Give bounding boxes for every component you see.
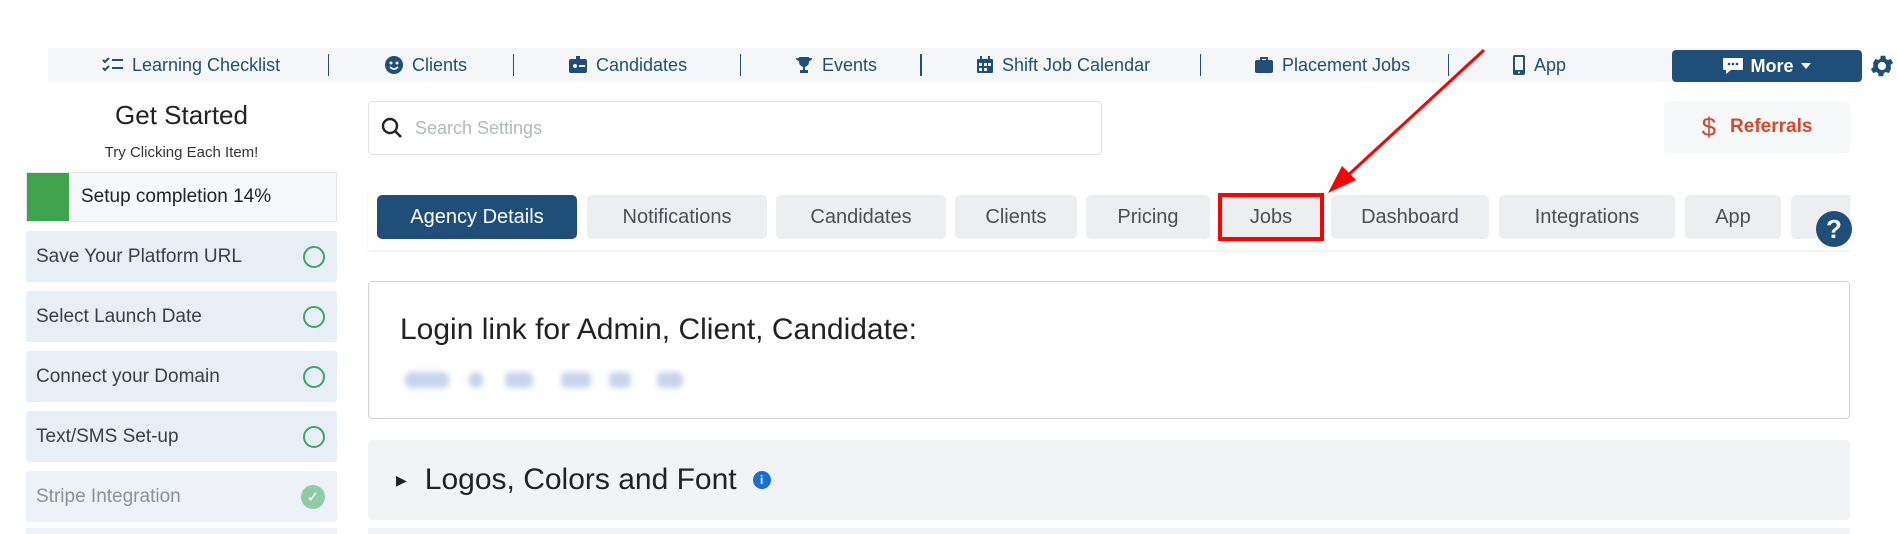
logos-colors-font-section[interactable]: ▶ Logos, Colors and Font i: [368, 440, 1850, 520]
section-title: Logos, Colors and Font: [424, 463, 737, 496]
info-icon[interactable]: i: [752, 471, 771, 489]
redacted-login-link: [405, 368, 765, 392]
login-link-card: Login link for Admin, Client, Candidate:: [368, 281, 1850, 419]
next-section: [368, 528, 1850, 534]
login-link-title: Login link for Admin, Client, Candidate:: [400, 313, 917, 346]
caret-right-icon: ▶: [396, 471, 407, 488]
